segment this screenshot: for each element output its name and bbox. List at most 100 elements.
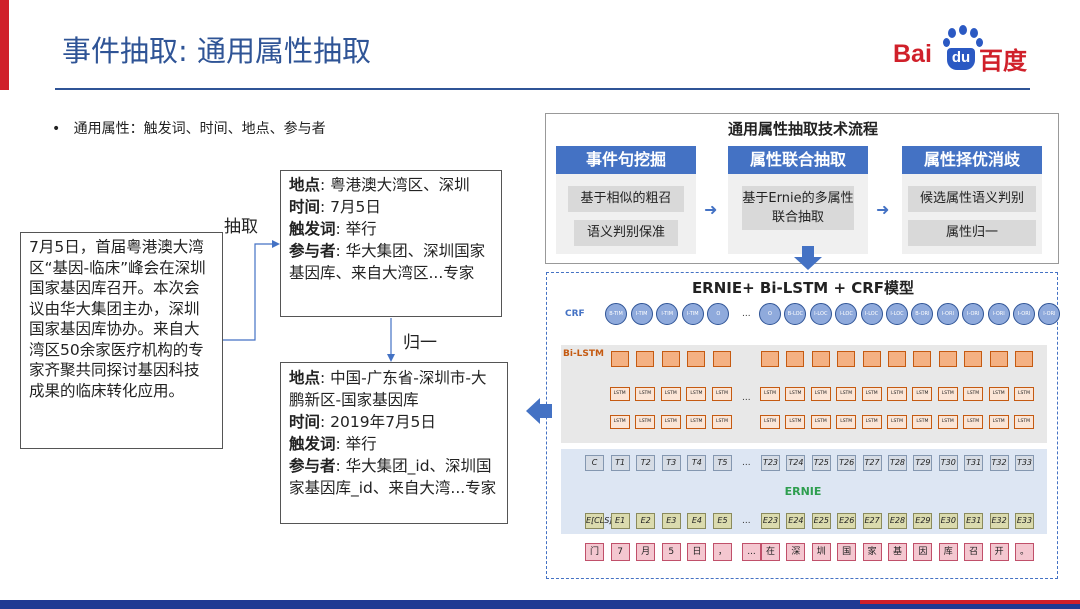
token-output: C bbox=[585, 455, 604, 471]
lstm-cell-backward: LSTM bbox=[887, 415, 907, 429]
arrow-right-icon: ➜ bbox=[876, 200, 890, 219]
bilstm-output bbox=[837, 351, 856, 367]
place-key: 地点 bbox=[289, 369, 321, 387]
input-char: 开 bbox=[989, 543, 1009, 561]
participant-key: 参与者 bbox=[289, 457, 336, 475]
bilstm-output bbox=[687, 351, 706, 367]
lstm-cell-forward: LSTM bbox=[785, 387, 806, 401]
crf-node: I-ORI bbox=[987, 303, 1010, 325]
bilstm-output bbox=[636, 351, 655, 367]
raw-result-box: 地点: 粤港澳大湾区、深圳 时间: 7月5日 触发词: 举行 参与者: 华大集团… bbox=[280, 170, 502, 317]
token-output: T32 bbox=[989, 455, 1009, 471]
token-embedding: E26 bbox=[837, 513, 857, 529]
crf-node: I-ORI bbox=[962, 303, 985, 325]
crf-node: I-LOC bbox=[835, 303, 858, 325]
bilstm-output bbox=[811, 351, 830, 367]
bilstm-label: Bi-LSTM bbox=[563, 349, 604, 359]
token-embedding: E25 bbox=[811, 513, 831, 529]
token-embedding: E1 bbox=[610, 513, 630, 529]
stage-disambiguation: 属性择优消歧 候选属性语义判别 属性归一 bbox=[902, 146, 1042, 254]
crf-node: B-LOC bbox=[784, 303, 807, 325]
lstm-cell-backward: LSTM bbox=[861, 415, 882, 429]
ernie-label: ERNIE bbox=[784, 485, 822, 498]
input-char: 家 bbox=[862, 543, 882, 561]
input-char: 因 bbox=[913, 543, 933, 561]
lstm-cell-forward: LSTM bbox=[988, 387, 1009, 401]
ellipsis: ... bbox=[742, 309, 751, 319]
token-output: T4 bbox=[687, 455, 707, 471]
token-output: T30 bbox=[938, 455, 958, 471]
footer-accent bbox=[860, 600, 1080, 604]
input-char: 门 bbox=[585, 543, 604, 561]
lstm-cell-backward: LSTM bbox=[760, 415, 780, 429]
normalized-result-box: 地点: 中国-广东省-深圳市-大鹏新区-国家基因库 时间: 2019年7月5日 … bbox=[280, 362, 508, 524]
stage-item: 基于相似的粗召 bbox=[568, 186, 684, 212]
lstm-cell-forward: LSTM bbox=[810, 387, 831, 401]
bilstm-output bbox=[713, 351, 731, 367]
normalize-label: 归一 bbox=[403, 333, 437, 353]
lstm-cell-backward: LSTM bbox=[912, 415, 933, 429]
token-output: T2 bbox=[636, 455, 656, 471]
token-embedding: E5 bbox=[713, 513, 732, 529]
input-char: 日 bbox=[687, 543, 707, 561]
crf-node: I-ORI bbox=[1038, 303, 1061, 325]
bilstm-output bbox=[938, 351, 957, 367]
bilstm-output bbox=[913, 351, 932, 367]
trigger-value: : 举行 bbox=[335, 220, 377, 238]
lstm-cell-forward: LSTM bbox=[937, 387, 958, 401]
bilstm-output bbox=[610, 351, 629, 367]
crf-node: I-LOC bbox=[809, 303, 832, 325]
lstm-cell-backward: LSTM bbox=[988, 415, 1009, 429]
crf-node: I-LOC bbox=[860, 303, 883, 325]
token-output: T31 bbox=[964, 455, 984, 471]
flow-title: 通用属性抽取技术流程 bbox=[727, 120, 878, 138]
model-diagram: ERNIE+ Bi-LSTM + CRF模型 CRF Bi-LSTM ERNIE… bbox=[546, 272, 1061, 579]
model-title: ERNIE+ Bi-LSTM + CRF模型 bbox=[691, 279, 915, 297]
time-key: 时间 bbox=[289, 413, 321, 431]
token-embedding: E32 bbox=[989, 513, 1009, 529]
token-embedding: E23 bbox=[761, 513, 780, 529]
lstm-cell-backward: LSTM bbox=[836, 415, 857, 429]
lstm-cell-backward: LSTM bbox=[686, 415, 707, 429]
lstm-cell-forward: LSTM bbox=[712, 387, 732, 401]
token-embedding: E4 bbox=[687, 513, 707, 529]
input-char: 召 bbox=[964, 543, 984, 561]
bilstm-output bbox=[989, 351, 1008, 367]
trigger-key: 触发词 bbox=[289, 220, 336, 238]
lstm-cell-forward: LSTM bbox=[887, 387, 907, 401]
stage-item: 候选属性语义判别 bbox=[908, 186, 1036, 212]
trigger-key: 触发词 bbox=[289, 435, 336, 453]
crf-node: I-ORI bbox=[1013, 303, 1035, 325]
token-embedding: E27 bbox=[862, 513, 882, 529]
time-value: : 2019年7月5日 bbox=[320, 413, 436, 431]
token-output: T29 bbox=[913, 455, 933, 471]
crf-node: I-TIM bbox=[656, 303, 679, 325]
token-embedding: E3 bbox=[661, 513, 681, 529]
lstm-cell-forward: LSTM bbox=[635, 387, 656, 401]
lstm-cell-backward: LSTM bbox=[937, 415, 958, 429]
token-output: T26 bbox=[837, 455, 857, 471]
token-output: T25 bbox=[811, 455, 831, 471]
bilstm-output bbox=[661, 351, 680, 367]
lstm-cell-backward: LSTM bbox=[712, 415, 732, 429]
stage-head: 属性择优消歧 bbox=[902, 146, 1042, 174]
input-char: 月 bbox=[636, 543, 656, 561]
token-embedding: E30 bbox=[938, 513, 958, 529]
input-char: 7 bbox=[610, 543, 630, 561]
bilstm-output bbox=[888, 351, 906, 367]
crf-label: CRF bbox=[565, 309, 585, 319]
arrow-right-icon: ➜ bbox=[704, 200, 718, 219]
crf-node: O bbox=[707, 303, 730, 325]
stage-head: 属性联合抽取 bbox=[728, 146, 868, 174]
time-value: : 7月5日 bbox=[320, 198, 381, 216]
stage-item: 语义判别保准 bbox=[574, 220, 678, 246]
stage-mining: 事件句挖掘 基于相似的粗召 语义判别保准 bbox=[556, 146, 696, 254]
lstm-cell-forward: LSTM bbox=[686, 387, 707, 401]
lstm-cell-backward: LSTM bbox=[660, 415, 681, 429]
lstm-cell-backward: LSTM bbox=[635, 415, 656, 429]
input-char: 。 bbox=[1015, 543, 1034, 561]
lstm-cell-backward: LSTM bbox=[963, 415, 984, 429]
crf-node: B-TIM bbox=[605, 303, 627, 325]
lstm-cell-backward: LSTM bbox=[785, 415, 806, 429]
input-char: 基 bbox=[888, 543, 907, 561]
